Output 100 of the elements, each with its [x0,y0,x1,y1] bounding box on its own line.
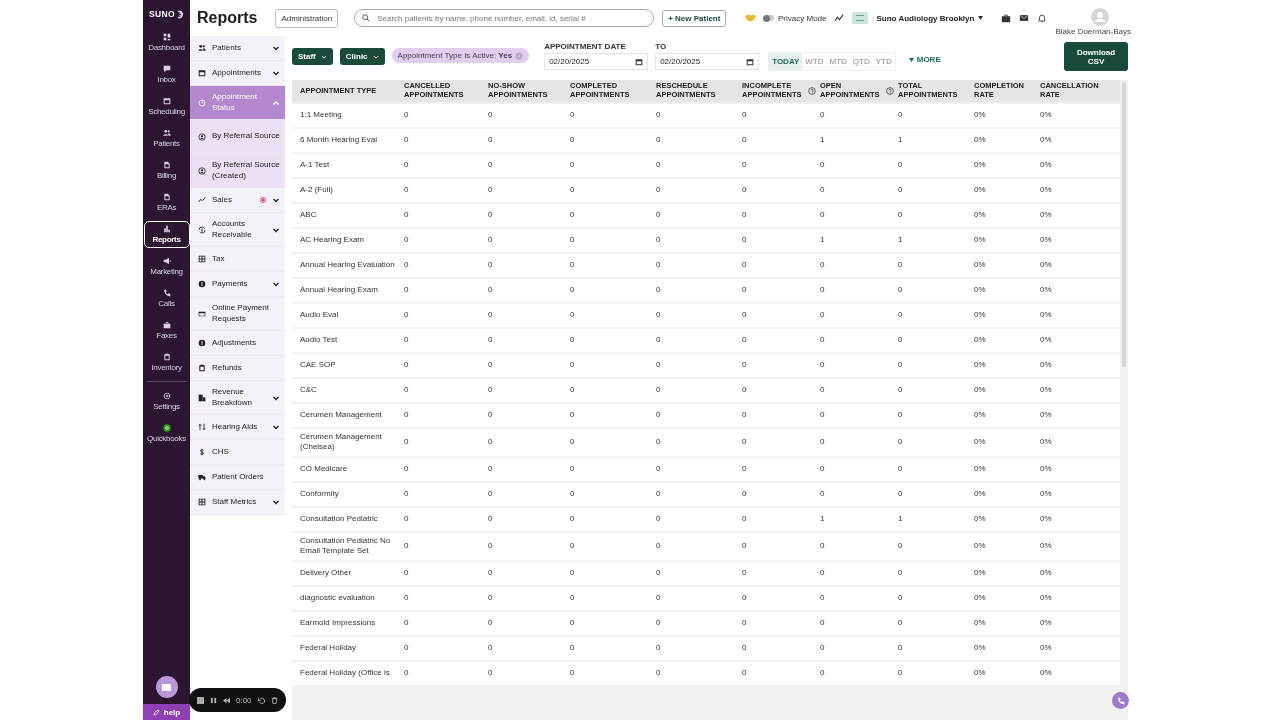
calendar-icon[interactable] [635,57,644,66]
nav-item[interactable]: Inventory [143,349,190,376]
calendar-icon [162,97,171,105]
table-cell-text: 0 [570,334,576,347]
nav-item[interactable]: Quickbooks [143,420,190,447]
nav-item[interactable]: Billing [143,157,190,184]
administration-button[interactable]: Administration [275,8,339,28]
clinic-selector[interactable]: Suno Audiology Brooklyn [876,13,984,23]
table-cell-text: CAE SOP [300,359,337,372]
chat-bubble-button[interactable] [155,676,178,698]
date-range-tab[interactable]: TODAY [769,53,803,70]
report-menu-item[interactable]: Online Payment Requests [190,297,285,331]
table-cell-text: 0 [820,463,826,476]
table-cell-text: 0 [404,259,410,272]
table-cell-text: Federal Holiday (Office is [300,666,391,679]
chevron-down-icon[interactable] [320,53,327,60]
trend-line-icon[interactable] [834,13,845,23]
new-patient-button[interactable]: + New Patient [662,9,727,27]
report-submenu-item[interactable]: By Referral Source (Created) [190,154,285,188]
caret-icon [908,57,914,62]
chevron-down-icon[interactable] [272,423,280,431]
download-csv-button[interactable]: Download CSV [1064,42,1128,71]
filter-dropdown[interactable]: Staff [292,48,333,65]
table-cell-text: 0 [404,488,410,501]
envelope-icon[interactable] [1019,13,1030,23]
chevron-down-icon[interactable] [372,53,379,60]
date-field[interactable]: 02/20/2025 [655,53,760,70]
report-menu-item[interactable]: Tax [190,247,285,272]
rewind-icon[interactable] [223,696,230,704]
search-field[interactable]: Search patients by name, phone number, email, id, serial # [354,9,655,27]
report-menu-item[interactable]: CHS [190,440,285,465]
help-icon[interactable] [808,87,816,95]
report-menu-item[interactable]: Patient Orders [190,465,285,490]
clipboard-icon [198,364,206,372]
table-cell-text: 0 [742,566,748,579]
report-menu-item[interactable]: Patients [190,36,285,61]
briefcase-icon[interactable] [1001,13,1012,23]
clinic-badge-icon[interactable] [852,12,869,24]
nav-item[interactable]: Dashboard [143,29,190,56]
table-cell-text: 0 [742,359,748,372]
bell-icon[interactable] [1037,13,1048,23]
chevron-down-icon[interactable] [272,196,280,204]
chevron-down-icon[interactable] [272,498,280,506]
filter-chip[interactable]: Appointment Type Is Active: Yes [391,48,530,63]
report-menu-item[interactable]: Sales [190,188,285,213]
report-submenu-item[interactable]: By Referral Source [190,120,285,154]
date-field[interactable]: 02/20/2025 [544,53,649,70]
report-menu-item[interactable]: Revenue Breakdown [190,381,285,415]
report-menu-item[interactable]: Payments [190,272,285,297]
report-menu-item[interactable]: Accounts Receivable [190,213,285,247]
table-cell-text: 0 [404,641,410,654]
nav-item[interactable]: Reports [143,221,190,248]
report-menu-item[interactable]: Appointments [190,61,285,86]
page-title: Reports [197,9,258,27]
table-cell-text: 0 [404,616,410,629]
table-cell-text: Audio Test [300,334,339,347]
table-cell-text: 0 [404,184,410,197]
table-cell-text: 1 [898,134,904,147]
table-cell-text: 0 [570,134,576,147]
nav-item[interactable]: Calls [143,285,190,312]
table-cell-text: 0 [656,334,662,347]
chevron-down-icon[interactable] [272,44,280,52]
calendar-icon[interactable] [746,57,755,66]
table-icon [198,498,206,506]
table-cell-text: 0 [820,409,826,422]
privacy-mode-toggle[interactable]: Privacy Mode [764,13,827,23]
truck-icon [198,473,206,481]
table-cell-text: A-1 Test [300,159,331,172]
table-cell-text: 0 [570,359,576,372]
help-button[interactable]: help [143,704,190,720]
pause-icon[interactable] [210,696,217,704]
nav-item[interactable]: ERAs [143,189,190,216]
report-menu-item[interactable]: Hearing Aids [190,415,285,440]
report-menu-item[interactable]: Adjustments [190,331,285,356]
table-cell-text: 0 [898,359,904,372]
up-down-arrows-icon [198,423,206,431]
table-cell-text: 0 [898,463,904,476]
nav-item[interactable]: Faxes [143,317,190,344]
chevron-down-icon[interactable] [272,69,280,77]
nav-item[interactable]: Inbox [143,61,190,88]
table-cell-text: 0% [1040,309,1053,322]
report-menu-item[interactable]: Refunds [190,356,285,381]
nav-item[interactable]: Marketing [143,253,190,280]
nav-item[interactable]: Patients [143,125,190,152]
help-icon[interactable] [886,87,894,95]
undo-icon[interactable] [257,696,265,704]
report-menu-item[interactable]: Staff Metrics [190,490,285,515]
chevron-down-icon[interactable] [272,280,280,288]
table-cell-text: 0 [570,159,576,172]
table-cell-text: Federal Holiday [300,641,358,654]
table-cell-text: 0% [974,359,987,372]
filter-dropdown[interactable]: Clinic [339,48,385,65]
nav-item[interactable]: Settings [143,388,190,415]
table-cell-text: 0 [488,436,494,449]
trash-icon[interactable] [270,696,278,704]
table-cell-text: 0 [820,309,826,322]
nav-item[interactable]: Scheduling [143,93,190,120]
clock-icon [198,98,206,107]
more-button[interactable]: MORE [908,55,941,64]
stop-icon[interactable] [197,696,204,704]
